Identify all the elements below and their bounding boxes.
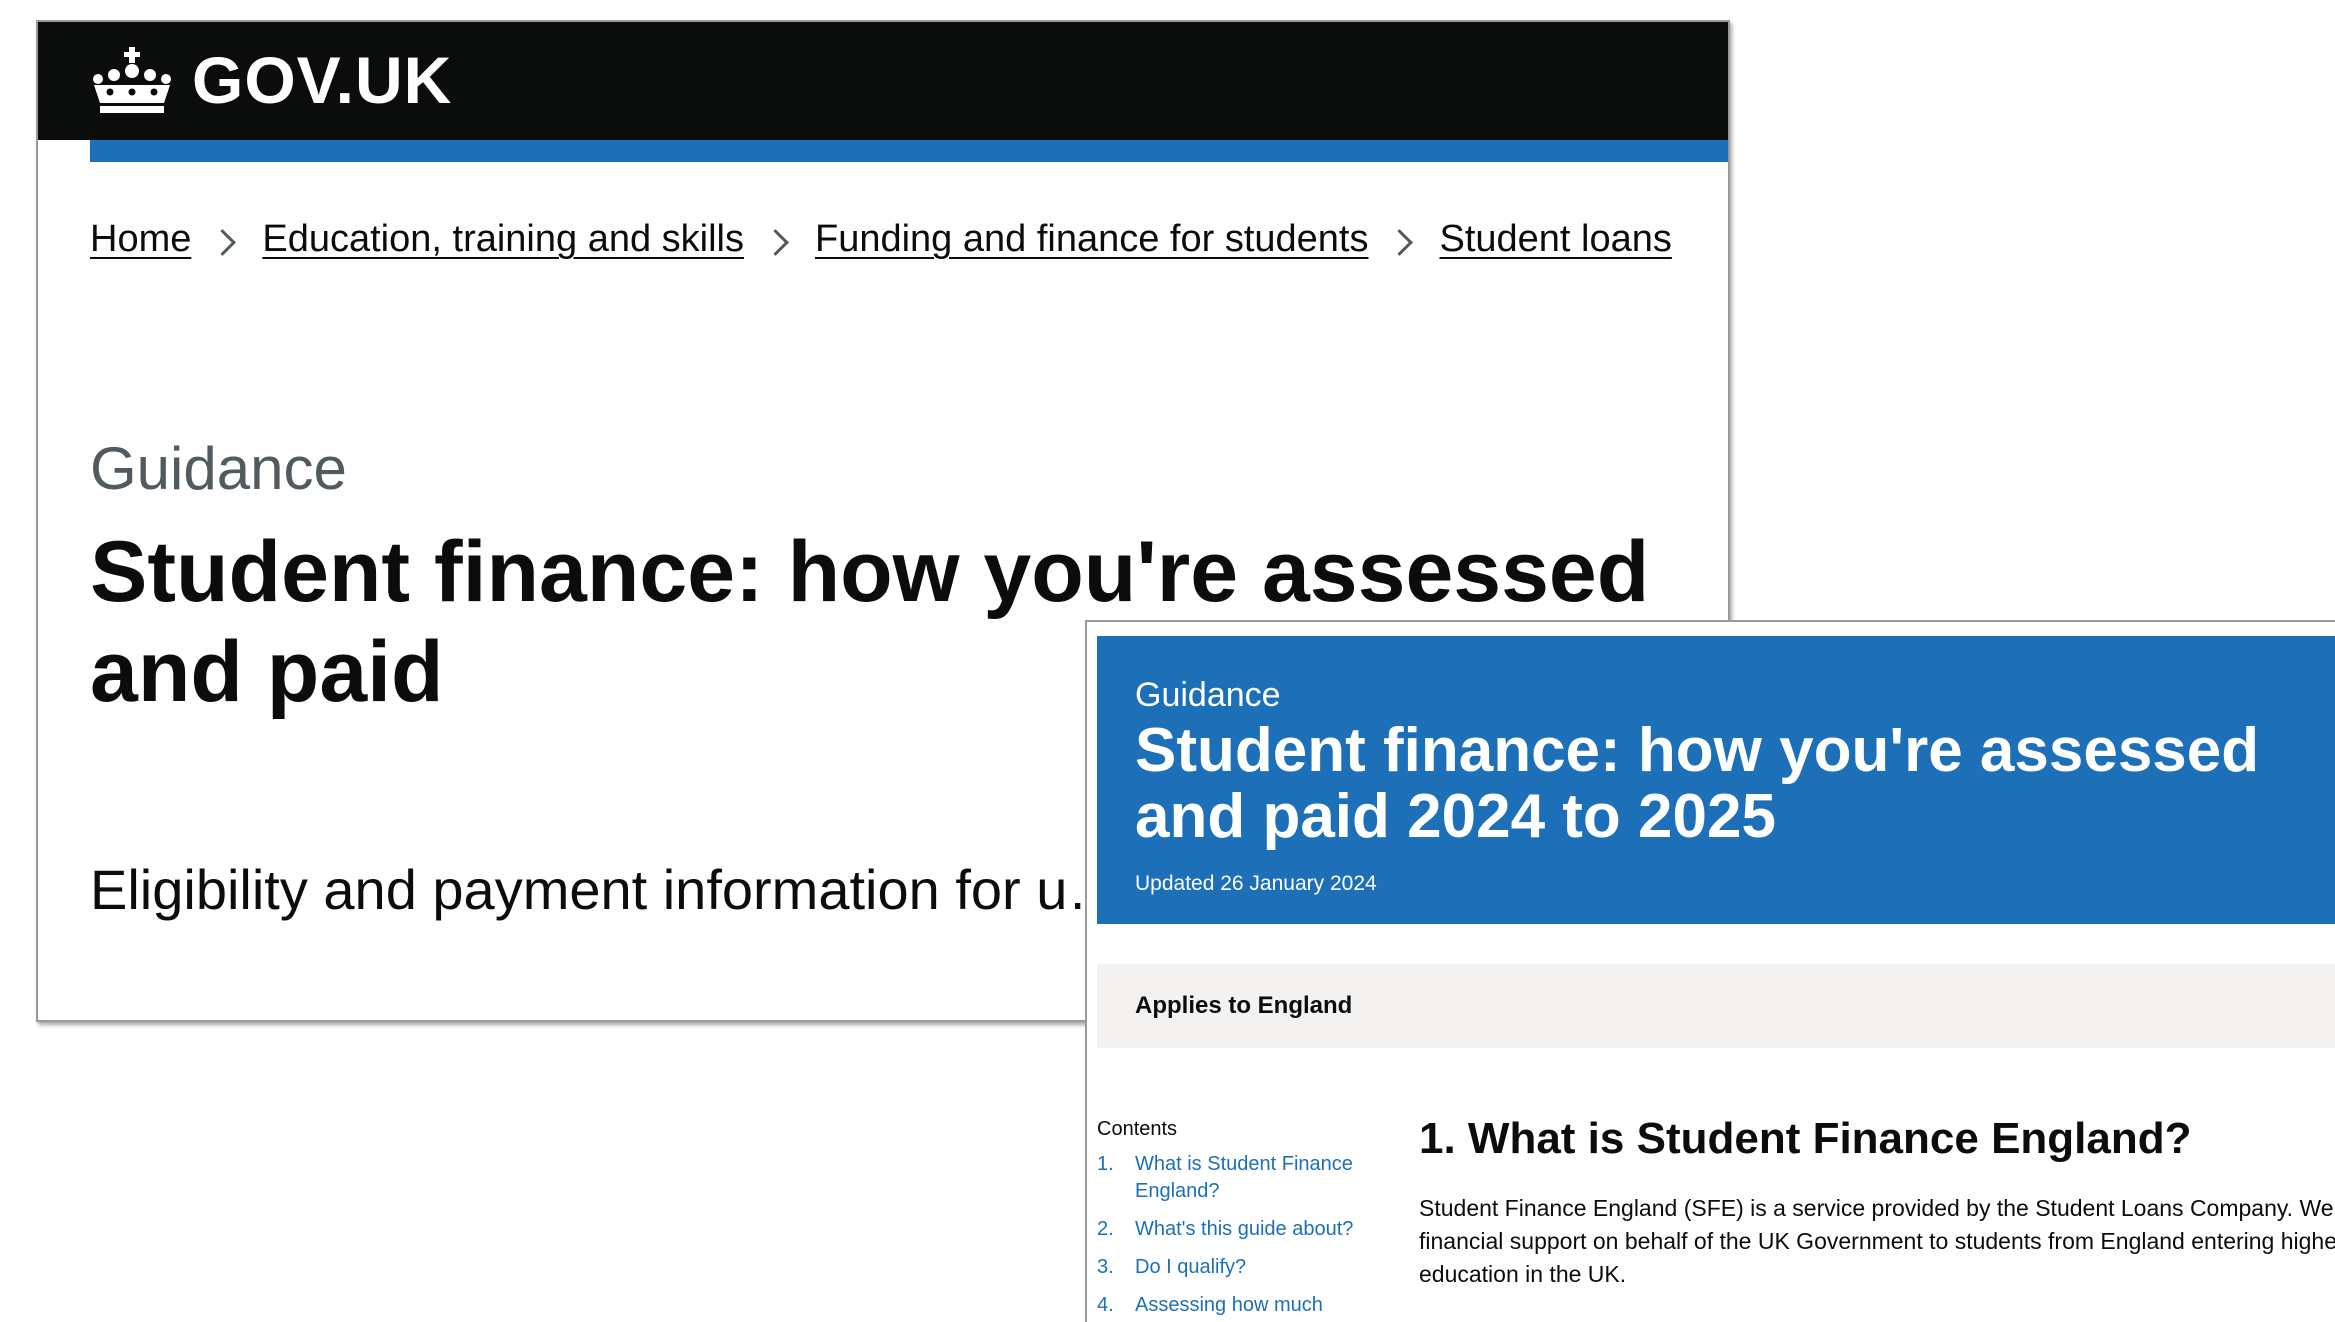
front-page-window: Guidance Student finance: how you're ass… [1085, 620, 2335, 1322]
breadcrumb-student-loans[interactable]: Student loans [1439, 218, 1671, 261]
contents-item[interactable]: 1. What is Student Finance England? [1097, 1151, 1397, 1205]
contents-item-link[interactable]: Assessing how much [1135, 1292, 1323, 1319]
chevron-right-icon [762, 229, 789, 256]
breadcrumb-home[interactable]: Home [90, 218, 191, 261]
site-header: GOV.UK [38, 22, 1728, 140]
hero-title: Student finance: how you're assessed and… [1135, 716, 2260, 851]
hero-caption: Guidance [1135, 676, 1281, 714]
section-body: Student Finance England (SFE) is a servi… [1419, 1195, 2335, 1287]
applies-to-text: Applies to England [1135, 992, 1353, 1019]
logo-text: GOV.UK [192, 43, 453, 117]
updated-date: Updated 26 January 2024 [1135, 872, 1377, 895]
chevron-right-icon [1386, 229, 1414, 256]
contents-item-number: 1. [1097, 1153, 1114, 1175]
contents-heading: Contents [1097, 1118, 1178, 1140]
breadcrumb: Home Education, training and skills Fund… [90, 218, 1672, 261]
contents-list: Contents 1. What is Student Finance Engl… [1097, 1118, 1397, 1322]
section-heading: 1. What is Student Finance England? [1419, 1114, 2192, 1163]
contents-item-number: 4. [1097, 1294, 1114, 1316]
contents-item[interactable]: 2. What's this guide about? [1097, 1216, 1397, 1243]
page-caption: Guidance [90, 435, 347, 502]
hero-banner: Guidance Student finance: how you're ass… [1097, 636, 2335, 924]
contents-item-link[interactable]: What's this guide about? [1135, 1216, 1353, 1243]
applies-to-banner: Applies to England [1097, 964, 2335, 1048]
contents-item-link[interactable]: What is Student Finance England? [1135, 1151, 1397, 1205]
contents-item[interactable]: 4. Assessing how much [1097, 1292, 1397, 1319]
contents-item-number: 2. [1097, 1218, 1114, 1240]
chevron-right-icon [209, 229, 237, 256]
contents-item-number: 3. [1097, 1256, 1114, 1278]
breadcrumb-education[interactable]: Education, training and skills [262, 218, 744, 261]
govuk-logo-link[interactable]: GOV.UK [88, 40, 452, 120]
crown-icon [93, 47, 171, 113]
contents-item[interactable]: 3. Do I qualify? [1097, 1254, 1397, 1281]
breadcrumb-funding[interactable]: Funding and finance for students [815, 218, 1369, 261]
contents-item-link[interactable]: Do I qualify? [1135, 1254, 1246, 1281]
header-blue-strip [90, 140, 1728, 162]
